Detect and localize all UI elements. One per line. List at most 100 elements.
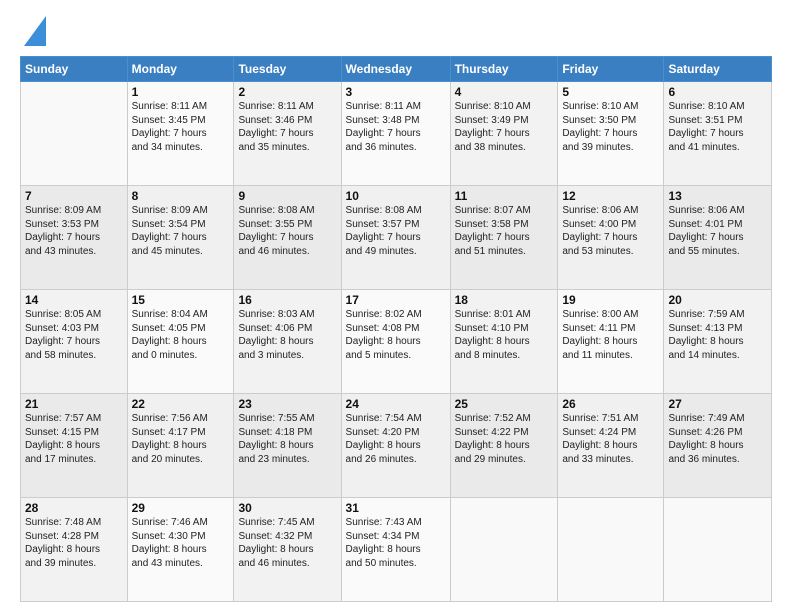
day-info: Sunrise: 8:10 AMSunset: 3:50 PMDaylight:… [562,100,659,154]
day-number: 10 [346,189,446,203]
day-number: 4 [455,85,554,99]
calendar-cell: 3Sunrise: 8:11 AMSunset: 3:48 PMDaylight… [341,82,450,186]
weekday-header-saturday: Saturday [664,57,772,82]
day-info: Sunrise: 8:01 AMSunset: 4:10 PMDaylight:… [455,308,554,362]
day-info: Sunrise: 8:11 AMSunset: 3:46 PMDaylight:… [238,100,336,154]
calendar-cell: 10Sunrise: 8:08 AMSunset: 3:57 PMDayligh… [341,186,450,290]
weekday-header-friday: Friday [558,57,664,82]
calendar-cell: 12Sunrise: 8:06 AMSunset: 4:00 PMDayligh… [558,186,664,290]
day-number: 29 [132,501,230,515]
calendar-cell: 1Sunrise: 8:11 AMSunset: 3:45 PMDaylight… [127,82,234,186]
day-number: 28 [25,501,123,515]
day-info: Sunrise: 7:57 AMSunset: 4:15 PMDaylight:… [25,412,123,466]
calendar-cell: 26Sunrise: 7:51 AMSunset: 4:24 PMDayligh… [558,394,664,498]
day-number: 2 [238,85,336,99]
calendar-cell: 11Sunrise: 8:07 AMSunset: 3:58 PMDayligh… [450,186,558,290]
day-number: 26 [562,397,659,411]
day-number: 9 [238,189,336,203]
day-info: Sunrise: 8:09 AMSunset: 3:53 PMDaylight:… [25,204,123,258]
day-number: 5 [562,85,659,99]
day-info: Sunrise: 7:54 AMSunset: 4:20 PMDaylight:… [346,412,446,466]
day-info: Sunrise: 8:09 AMSunset: 3:54 PMDaylight:… [132,204,230,258]
day-number: 24 [346,397,446,411]
day-info: Sunrise: 8:07 AMSunset: 3:58 PMDaylight:… [455,204,554,258]
calendar-cell: 24Sunrise: 7:54 AMSunset: 4:20 PMDayligh… [341,394,450,498]
day-info: Sunrise: 7:48 AMSunset: 4:28 PMDaylight:… [25,516,123,570]
day-info: Sunrise: 7:52 AMSunset: 4:22 PMDaylight:… [455,412,554,466]
day-info: Sunrise: 8:11 AMSunset: 3:45 PMDaylight:… [132,100,230,154]
calendar-header-row: SundayMondayTuesdayWednesdayThursdayFrid… [21,57,772,82]
weekday-header-monday: Monday [127,57,234,82]
day-info: Sunrise: 7:59 AMSunset: 4:13 PMDaylight:… [668,308,767,362]
day-info: Sunrise: 8:00 AMSunset: 4:11 PMDaylight:… [562,308,659,362]
calendar-cell: 19Sunrise: 8:00 AMSunset: 4:11 PMDayligh… [558,290,664,394]
logo-triangle-icon [24,16,46,46]
day-number: 20 [668,293,767,307]
day-info: Sunrise: 7:55 AMSunset: 4:18 PMDaylight:… [238,412,336,466]
calendar-table: SundayMondayTuesdayWednesdayThursdayFrid… [20,56,772,602]
calendar-cell: 31Sunrise: 7:43 AMSunset: 4:34 PMDayligh… [341,498,450,602]
day-info: Sunrise: 8:06 AMSunset: 4:01 PMDaylight:… [668,204,767,258]
calendar-week-row: 21Sunrise: 7:57 AMSunset: 4:15 PMDayligh… [21,394,772,498]
day-info: Sunrise: 8:02 AMSunset: 4:08 PMDaylight:… [346,308,446,362]
calendar-cell: 21Sunrise: 7:57 AMSunset: 4:15 PMDayligh… [21,394,128,498]
weekday-header-sunday: Sunday [21,57,128,82]
day-number: 14 [25,293,123,307]
day-info: Sunrise: 8:05 AMSunset: 4:03 PMDaylight:… [25,308,123,362]
calendar-cell: 5Sunrise: 8:10 AMSunset: 3:50 PMDaylight… [558,82,664,186]
weekday-header-wednesday: Wednesday [341,57,450,82]
calendar-cell: 6Sunrise: 8:10 AMSunset: 3:51 PMDaylight… [664,82,772,186]
calendar-cell [558,498,664,602]
header [20,16,772,46]
page: SundayMondayTuesdayWednesdayThursdayFrid… [0,0,792,612]
calendar-cell: 14Sunrise: 8:05 AMSunset: 4:03 PMDayligh… [21,290,128,394]
day-number: 6 [668,85,767,99]
calendar-cell: 9Sunrise: 8:08 AMSunset: 3:55 PMDaylight… [234,186,341,290]
day-info: Sunrise: 8:04 AMSunset: 4:05 PMDaylight:… [132,308,230,362]
day-info: Sunrise: 8:10 AMSunset: 3:49 PMDaylight:… [455,100,554,154]
day-number: 23 [238,397,336,411]
calendar-cell: 15Sunrise: 8:04 AMSunset: 4:05 PMDayligh… [127,290,234,394]
day-number: 13 [668,189,767,203]
day-number: 11 [455,189,554,203]
day-number: 27 [668,397,767,411]
day-number: 31 [346,501,446,515]
calendar-cell [664,498,772,602]
day-number: 7 [25,189,123,203]
calendar-cell: 2Sunrise: 8:11 AMSunset: 3:46 PMDaylight… [234,82,341,186]
day-number: 18 [455,293,554,307]
calendar-cell: 28Sunrise: 7:48 AMSunset: 4:28 PMDayligh… [21,498,128,602]
day-info: Sunrise: 8:10 AMSunset: 3:51 PMDaylight:… [668,100,767,154]
calendar-cell: 13Sunrise: 8:06 AMSunset: 4:01 PMDayligh… [664,186,772,290]
calendar-week-row: 7Sunrise: 8:09 AMSunset: 3:53 PMDaylight… [21,186,772,290]
day-number: 19 [562,293,659,307]
day-info: Sunrise: 7:43 AMSunset: 4:34 PMDaylight:… [346,516,446,570]
day-number: 16 [238,293,336,307]
calendar-cell: 30Sunrise: 7:45 AMSunset: 4:32 PMDayligh… [234,498,341,602]
calendar-week-row: 28Sunrise: 7:48 AMSunset: 4:28 PMDayligh… [21,498,772,602]
day-info: Sunrise: 7:45 AMSunset: 4:32 PMDaylight:… [238,516,336,570]
day-number: 12 [562,189,659,203]
day-info: Sunrise: 8:06 AMSunset: 4:00 PMDaylight:… [562,204,659,258]
calendar-cell [450,498,558,602]
calendar-week-row: 14Sunrise: 8:05 AMSunset: 4:03 PMDayligh… [21,290,772,394]
day-info: Sunrise: 8:08 AMSunset: 3:55 PMDaylight:… [238,204,336,258]
day-info: Sunrise: 8:03 AMSunset: 4:06 PMDaylight:… [238,308,336,362]
calendar-cell: 20Sunrise: 7:59 AMSunset: 4:13 PMDayligh… [664,290,772,394]
day-number: 25 [455,397,554,411]
day-info: Sunrise: 8:11 AMSunset: 3:48 PMDaylight:… [346,100,446,154]
day-number: 17 [346,293,446,307]
day-number: 22 [132,397,230,411]
day-number: 21 [25,397,123,411]
day-info: Sunrise: 7:46 AMSunset: 4:30 PMDaylight:… [132,516,230,570]
day-info: Sunrise: 7:51 AMSunset: 4:24 PMDaylight:… [562,412,659,466]
day-number: 30 [238,501,336,515]
weekday-header-tuesday: Tuesday [234,57,341,82]
calendar-cell [21,82,128,186]
calendar-cell: 16Sunrise: 8:03 AMSunset: 4:06 PMDayligh… [234,290,341,394]
calendar-cell: 7Sunrise: 8:09 AMSunset: 3:53 PMDaylight… [21,186,128,290]
day-number: 3 [346,85,446,99]
calendar-cell: 29Sunrise: 7:46 AMSunset: 4:30 PMDayligh… [127,498,234,602]
day-info: Sunrise: 7:49 AMSunset: 4:26 PMDaylight:… [668,412,767,466]
calendar-cell: 17Sunrise: 8:02 AMSunset: 4:08 PMDayligh… [341,290,450,394]
